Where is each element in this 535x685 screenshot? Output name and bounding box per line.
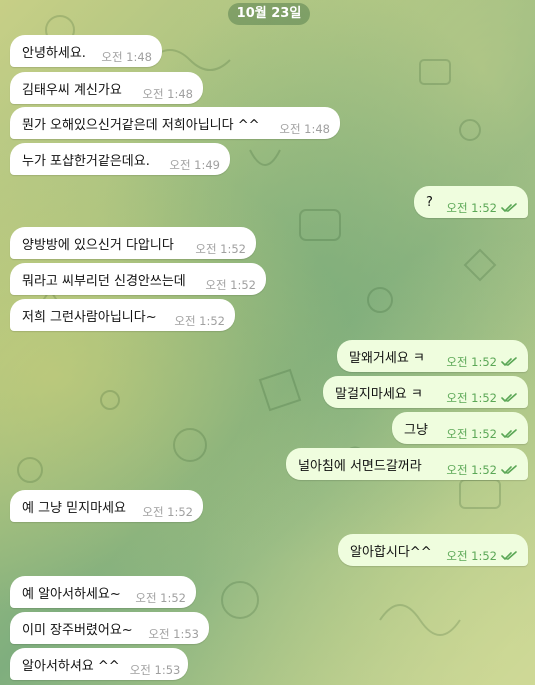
- double-check-icon: [501, 429, 517, 438]
- message-meta: 오전 1:52: [436, 462, 518, 478]
- outgoing-message[interactable]: 말걸지마세요 ㅋ 오전 1:52: [323, 376, 528, 408]
- message-meta: 오전 1:52: [185, 241, 246, 257]
- message-text: 뭐라고 씨부리던 신경안쓰는데: [22, 273, 186, 289]
- message-time: 오전 1:52: [174, 314, 225, 328]
- message-time: 오전 1:52: [446, 427, 497, 441]
- double-check-icon: [501, 393, 517, 402]
- outgoing-message[interactable]: 널아침에 서면드갈꺼라 오전 1:52: [286, 448, 528, 480]
- message-meta: 오전 1:52: [195, 277, 256, 293]
- message-meta: 오전 1:48: [132, 86, 193, 102]
- message-meta: 오전 1:52: [436, 354, 518, 370]
- outgoing-message[interactable]: 말왜거세요 ㅋ 오전 1:52: [337, 340, 528, 372]
- message-text: 양방방에 있으신거 다압니다: [22, 237, 174, 253]
- message-time: 오전 1:52: [195, 242, 246, 256]
- outgoing-message[interactable]: 그냥 오전 1:52: [392, 412, 528, 444]
- message-time: 오전 1:49: [169, 158, 220, 172]
- message-time: 오전 1:52: [446, 549, 497, 563]
- message-meta: 오전 1:52: [436, 426, 518, 442]
- incoming-message[interactable]: 누가 포샵한거같은데요. 오전 1:49: [10, 143, 230, 175]
- message-time: 오전 1:48: [142, 87, 193, 101]
- message-time: 오전 1:52: [446, 355, 497, 369]
- incoming-message[interactable]: 저희 그런사람아닙니다~ 오전 1:52: [10, 299, 235, 331]
- message-time: 오전 1:53: [129, 663, 181, 677]
- message-meta: 오전 1:52: [436, 548, 518, 564]
- incoming-message[interactable]: 뭐라고 씨부리던 신경안쓰는데 오전 1:52: [10, 263, 266, 295]
- double-check-icon: [501, 551, 517, 560]
- incoming-message[interactable]: 이미 장주버렸어요~ 오전 1:53: [10, 612, 209, 644]
- message-text: 저희 그런사람아닙니다~: [22, 309, 157, 325]
- message-time: 오전 1:52: [135, 591, 186, 605]
- message-text: 알아서하셔요 ^^: [22, 658, 120, 674]
- message-text: 알아합시다^^: [350, 544, 432, 560]
- message-meta: 오전 1:48: [91, 49, 152, 65]
- incoming-message[interactable]: 김태우씨 계신가요 오전 1:48: [10, 72, 203, 104]
- message-meta: 오전 1:52: [125, 590, 186, 606]
- message-meta: 오전 1:48: [269, 121, 330, 137]
- message-time: 오전 1:48: [279, 122, 330, 136]
- double-check-icon: [501, 357, 517, 366]
- incoming-message[interactable]: 예 그냥 믿지마세요 오전 1:52: [10, 490, 203, 522]
- message-time: 오전 1:48: [101, 50, 152, 64]
- message-text: 뭔가 오해있으신거같은데 저희아닙니다 ^^: [22, 117, 260, 133]
- outgoing-message[interactable]: 알아합시다^^ 오전 1:52: [338, 534, 528, 566]
- message-meta: 오전 1:53: [138, 626, 199, 642]
- message-time: 오전 1:52: [205, 278, 256, 292]
- message-text: 김태우씨 계신가요: [22, 82, 122, 98]
- message-time: 오전 1:52: [142, 505, 193, 519]
- incoming-message[interactable]: 양방방에 있으신거 다압니다 오전 1:52: [10, 227, 256, 259]
- message-text: 안녕하세요.: [22, 45, 86, 61]
- message-text: 이미 장주버렸어요~: [22, 622, 133, 638]
- incoming-message[interactable]: 알아서하셔요 ^^ 오전 1:53: [10, 648, 188, 680]
- double-check-icon: [501, 203, 517, 212]
- message-text: 널아침에 서면드갈꺼라: [298, 458, 422, 474]
- incoming-message[interactable]: 안녕하세요. 오전 1:48: [10, 35, 162, 67]
- incoming-message[interactable]: 뭔가 오해있으신거같은데 저희아닙니다 ^^ 오전 1:48: [10, 107, 340, 139]
- message-text: 누가 포샵한거같은데요.: [22, 153, 150, 169]
- message-text: ?: [426, 194, 433, 210]
- double-check-icon: [501, 465, 517, 474]
- message-meta: 오전 1:52: [132, 504, 193, 520]
- message-text: 말왜거세요 ㅋ: [349, 350, 425, 366]
- message-time: 오전 1:52: [446, 201, 497, 215]
- message-meta: 오전 1:52: [436, 200, 518, 216]
- message-meta: 오전 1:53: [120, 662, 181, 678]
- message-text: 그냥: [404, 422, 428, 438]
- message-text: 예 알아서하세요~: [22, 586, 121, 602]
- outgoing-message[interactable]: ? 오전 1:52: [414, 186, 528, 218]
- message-text: 말걸지마세요 ㅋ: [335, 386, 423, 402]
- message-time: 오전 1:53: [148, 627, 199, 641]
- date-separator: 10월 23일: [228, 3, 310, 25]
- message-meta: 오전 1:49: [159, 157, 220, 173]
- message-time: 오전 1:52: [446, 391, 497, 405]
- message-text: 예 그냥 믿지마세요: [22, 500, 126, 516]
- incoming-message[interactable]: 예 알아서하세요~ 오전 1:52: [10, 576, 196, 608]
- message-time: 오전 1:52: [446, 463, 497, 477]
- message-meta: 오전 1:52: [436, 390, 518, 406]
- message-meta: 오전 1:52: [164, 313, 225, 329]
